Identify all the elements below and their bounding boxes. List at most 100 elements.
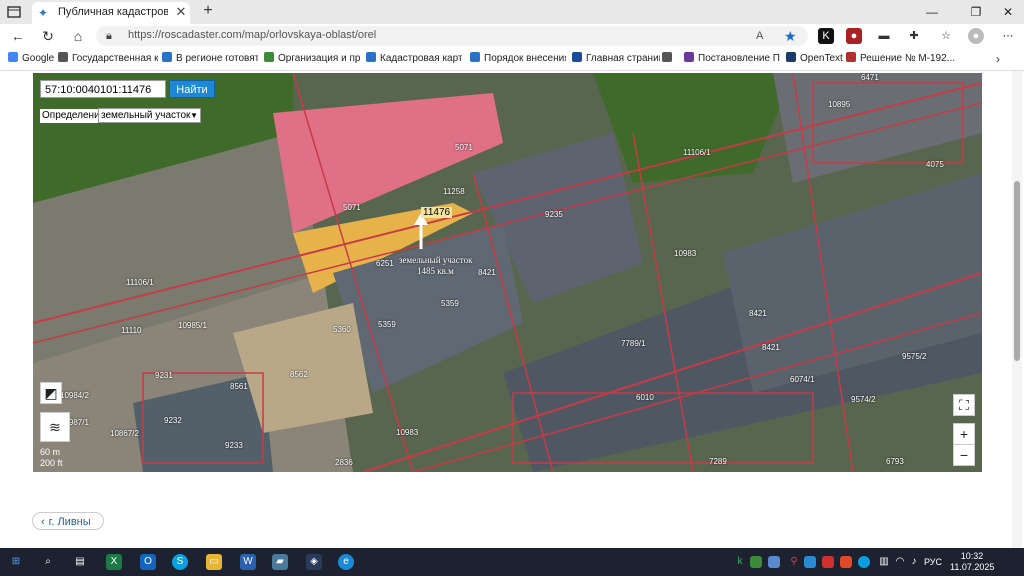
tray-skype-icon[interactable] [858, 556, 870, 568]
parcel-label[interactable]: 9231 [155, 371, 173, 380]
extension-red-icon[interactable]: ● [846, 28, 862, 44]
parcel-label[interactable]: 5359 [441, 299, 459, 308]
tray-app-icon[interactable] [840, 556, 852, 568]
tray-link-icon[interactable]: ⚲ [786, 554, 802, 570]
parcel-label[interactable]: 9235 [545, 210, 563, 219]
find-button[interactable]: Найти [169, 80, 215, 98]
parcel-label[interactable]: 8421 [762, 343, 780, 352]
tab-close-icon[interactable]: ✕ [174, 5, 188, 19]
more-menu-icon[interactable]: ⋯ [1000, 28, 1016, 44]
parcel-label[interactable]: 2836 [335, 458, 353, 467]
bookmarks-overflow-chevron-icon[interactable]: › [996, 52, 1008, 66]
parcel-label[interactable]: 8421 [749, 309, 767, 318]
file-explorer-icon[interactable]: ▭ [206, 554, 222, 570]
parcel-label[interactable]: 11258 [443, 187, 465, 196]
parcel-label[interactable]: 11106/1 [683, 148, 711, 157]
extensions-puzzle-icon[interactable]: ✚ [906, 28, 922, 44]
app-icon[interactable]: ◈ [306, 554, 322, 570]
close-window-button[interactable]: ✕ [1000, 4, 1016, 20]
skype-icon[interactable]: S [172, 554, 188, 570]
excel-icon[interactable]: X [106, 554, 122, 570]
definition-select[interactable]: земельный участок ▼ [98, 108, 201, 123]
bookmark-globe[interactable] [662, 52, 680, 66]
back-to-city-link[interactable]: ‹ г. Ливны [32, 512, 104, 530]
bookmark-item[interactable]: Государственная к... [58, 52, 158, 66]
parcel-label[interactable]: 5360 [333, 325, 351, 334]
extension-tab-icon[interactable]: ▬ [876, 28, 892, 44]
parcel-label[interactable]: 11110 [121, 326, 141, 335]
parcel-label[interactable]: 5359 [378, 320, 396, 329]
edge-icon[interactable]: e [338, 554, 354, 570]
tray-app-icon[interactable] [750, 556, 762, 568]
word-icon[interactable]: W [240, 554, 256, 570]
clock[interactable]: 10:32 11.07.2025 [950, 551, 994, 573]
parcel-label[interactable]: 7789/1 [621, 339, 645, 348]
draw-tool-button[interactable]: ◩ [40, 382, 62, 404]
parcel-label[interactable]: 11106/1 [126, 278, 154, 287]
bookmark-item[interactable]: В регионе готовятс... [162, 52, 258, 66]
parcel-label[interactable]: 10983 [396, 428, 418, 437]
parcel-label[interactable]: 10867/2 [110, 429, 139, 438]
back-arrow-icon[interactable]: ← [10, 28, 26, 44]
tray-app-icon[interactable] [768, 556, 780, 568]
parcel-label[interactable]: 9575/2 [902, 352, 926, 361]
tray-network-icon[interactable]: ▥ [876, 554, 892, 570]
bookmark-item[interactable]: Главная страница [572, 52, 660, 66]
zoom-out-button[interactable]: − [953, 444, 975, 466]
parcel-label[interactable]: 4075 [926, 160, 944, 169]
profile-avatar-icon[interactable]: ● [968, 28, 984, 44]
tab-cadastral-map[interactable]: ✦ Публичная кадастровая карта: г ✕ [32, 2, 190, 24]
cadastral-map[interactable]: 11476 земельный участок 1485 кв.м 5071 5… [33, 73, 982, 472]
search-icon[interactable]: ⌕ [40, 554, 56, 570]
bookmark-item[interactable]: Решение № М-192... [846, 52, 962, 66]
parcel-label[interactable]: 6074/1 [790, 375, 814, 384]
cadastral-number-input[interactable]: 57:10:0040101:11476 [40, 80, 166, 98]
extension-k-icon[interactable]: K [818, 28, 834, 44]
parcel-label[interactable]: 6471 [861, 73, 879, 82]
minimize-button[interactable]: — [924, 4, 940, 20]
parcel-label[interactable]: 5071 [343, 203, 361, 212]
parcel-label[interactable]: 10984/2 [60, 391, 89, 400]
tray-app-icon[interactable] [804, 556, 816, 568]
new-tab-button[interactable]: + [200, 3, 216, 19]
selected-parcel-number[interactable]: 11476 [421, 207, 453, 218]
keyboard-language[interactable]: РУС [924, 556, 944, 568]
read-aloud-icon[interactable]: A [756, 29, 770, 43]
maximize-button[interactable]: ❐ [968, 4, 984, 20]
address-bar[interactable]: 🔒︎ https://roscadaster.com/map/orlovskay… [96, 26, 808, 46]
outlook-icon[interactable]: O [140, 554, 156, 570]
refresh-icon[interactable]: ↻ [40, 28, 56, 44]
favorite-star-icon[interactable]: ★ [784, 28, 800, 44]
parcel-label[interactable]: 9233 [225, 441, 243, 450]
parcel-label[interactable]: 10895 [828, 100, 850, 109]
page-scrollbar[interactable] [1012, 71, 1022, 548]
bookmark-item[interactable]: Кадастровая карта... [366, 52, 462, 66]
bookmark-item[interactable]: Постановление Пр... [684, 52, 780, 66]
bookmark-item[interactable]: Google [8, 52, 58, 66]
tab-actions-icon[interactable] [6, 4, 22, 20]
fullscreen-icon[interactable]: ⛶ [953, 394, 975, 416]
layers-button[interactable]: ≋ [40, 412, 70, 442]
parcel-label[interactable]: 9232 [164, 416, 182, 425]
parcel-label[interactable]: 8561 [230, 382, 248, 391]
parcel-label[interactable]: 8562 [290, 370, 308, 379]
bookmark-item[interactable]: Порядок внесения... [470, 52, 566, 66]
parcel-label[interactable]: 5071 [455, 143, 473, 152]
scrollbar-thumb[interactable] [1014, 181, 1020, 361]
parcel-label[interactable]: 10983 [674, 249, 696, 258]
task-view-icon[interactable]: ▤ [72, 554, 88, 570]
bookmark-item[interactable]: OpenText [786, 52, 844, 66]
home-icon[interactable]: ⌂ [70, 28, 86, 44]
parcel-label[interactable]: 9574/2 [851, 395, 875, 404]
parcel-label[interactable]: 6251 [376, 259, 394, 268]
tray-app-icon[interactable] [822, 556, 834, 568]
windows-start-icon[interactable]: ⊞ [8, 554, 24, 570]
tray-volume-icon[interactable]: ♪ [906, 554, 922, 570]
parcel-label[interactable]: 7289 [709, 457, 727, 466]
bookmark-item[interactable]: Организация и про... [264, 52, 360, 66]
zoom-in-button[interactable]: + [953, 423, 975, 445]
parcel-label[interactable]: 8421 [478, 268, 496, 277]
parcel-label[interactable]: 6010 [636, 393, 654, 402]
tray-k-icon[interactable]: k [732, 554, 748, 570]
favorites-icon[interactable]: ☆ [938, 28, 954, 44]
